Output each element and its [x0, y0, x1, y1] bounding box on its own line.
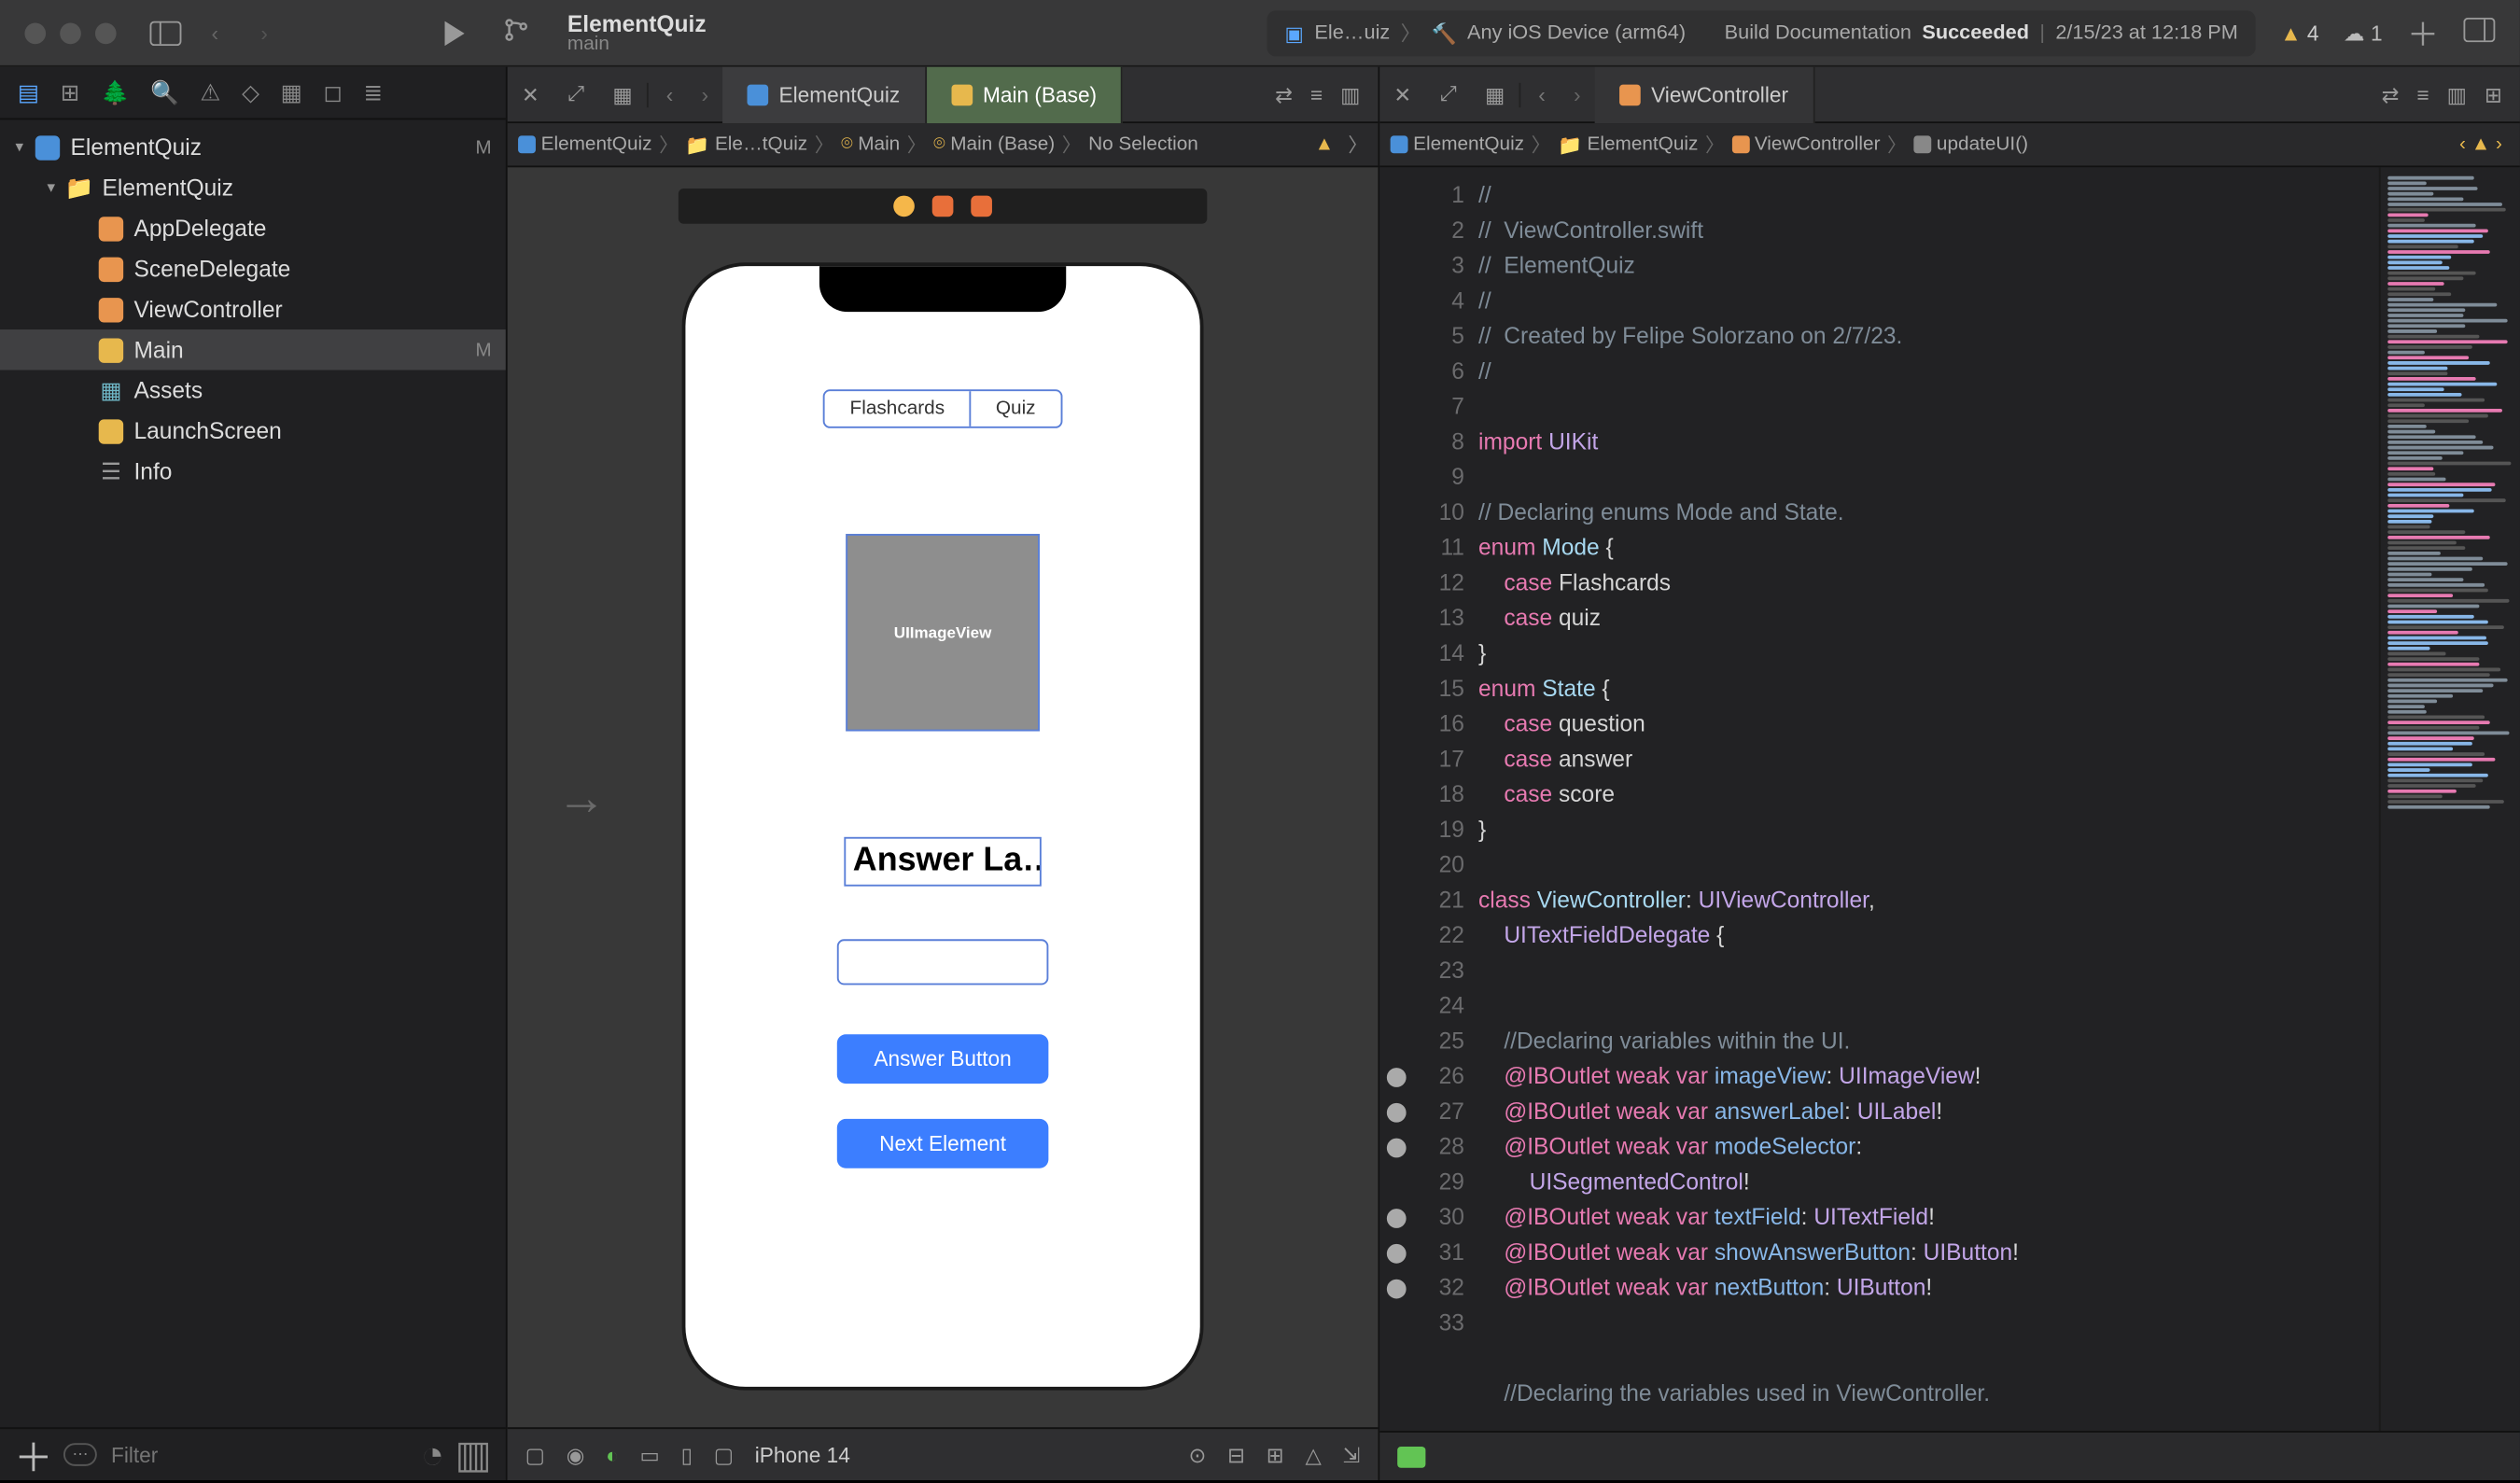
- file-row-viewcontroller[interactable]: ViewController: [0, 289, 506, 329]
- warnings-icon[interactable]: ▲ 4: [2280, 21, 2318, 45]
- left-jumpbar[interactable]: ElementQuiz〉 📁 Ele…tQuiz〉 ⌾ Main〉 ⌾ Main…: [508, 123, 1379, 167]
- filter-scope[interactable]: ⋯: [63, 1443, 97, 1466]
- split-icon[interactable]: ▥: [1340, 82, 1360, 106]
- find-nav-icon[interactable]: 🔍: [150, 78, 179, 106]
- pin-icon[interactable]: ⊞: [1267, 1442, 1284, 1466]
- tab-main[interactable]: Main (Base): [927, 66, 1124, 122]
- text-field[interactable]: [837, 938, 1049, 984]
- split-icon[interactable]: ▥: [2447, 82, 2467, 106]
- phone-mock[interactable]: Flashcards Quiz UIImageView Answer La… A…: [682, 261, 1204, 1389]
- library-button[interactable]: ＋: [2407, 9, 2439, 55]
- debug-indicator[interactable]: [1397, 1446, 1425, 1467]
- warning-icon[interactable]: ▲: [1315, 133, 1341, 155]
- related-icon[interactable]: ▦: [1471, 82, 1519, 106]
- adjust-editor-icon[interactable]: ⇄: [2382, 82, 2400, 106]
- recent-icon[interactable]: ◔: [421, 1432, 444, 1477]
- focus-icon[interactable]: ⤢: [1426, 81, 1471, 107]
- canvas[interactable]: → Flashcards Quiz UIImageView Answer La…: [508, 167, 1379, 1427]
- navigator-selector[interactable]: ▤ ⊞ 🌲 🔍 ⚠ ◇ ▦ ◻ ≣: [0, 67, 506, 120]
- embed-icon[interactable]: ⇲: [1343, 1442, 1361, 1466]
- minimap[interactable]: [2379, 167, 2520, 1431]
- issue-nav-icon[interactable]: ⚠: [200, 78, 220, 106]
- interface-builder-pane: ✕ ⤢ ▦ ‹ › ElementQuiz Main (Base): [508, 67, 1380, 1480]
- orientation-icon[interactable]: ▭: [639, 1442, 659, 1466]
- file-row-main[interactable]: MainM: [0, 329, 506, 370]
- breakpoint-nav-icon[interactable]: ◻: [324, 78, 343, 106]
- file-row-elementquiz[interactable]: ▾ElementQuizM: [0, 127, 506, 167]
- titlebar: ‹ › ElementQuiz main ▣ Ele…uiz 〉 🔨 Any i…: [0, 0, 2520, 67]
- back-icon[interactable]: ‹: [1519, 82, 1559, 106]
- add-button[interactable]: ＋: [14, 1426, 53, 1482]
- entry-point-arrow[interactable]: →: [557, 769, 607, 825]
- nav-fwd-icon[interactable]: ›: [240, 21, 289, 45]
- align-icon[interactable]: ⊟: [1227, 1442, 1245, 1466]
- adjust-editor-icon[interactable]: ⇄: [1275, 82, 1293, 106]
- a11y-icon[interactable]: ◉: [567, 1442, 585, 1466]
- test-nav-icon[interactable]: ◇: [242, 78, 259, 106]
- report-nav-icon[interactable]: ≣: [364, 78, 384, 106]
- related-icon[interactable]: ▦: [598, 82, 647, 106]
- run-button[interactable]: [430, 21, 480, 45]
- file-row-assets[interactable]: ▦Assets: [0, 370, 506, 410]
- sidebar-toggle-icon[interactable]: [141, 21, 190, 45]
- resolve-icon[interactable]: △: [1305, 1442, 1321, 1466]
- add-editor-icon[interactable]: ⊞: [2485, 82, 2502, 106]
- filter-input[interactable]: [107, 1440, 411, 1468]
- appearance-icon[interactable]: ◐: [606, 1442, 619, 1466]
- navigator: ▤ ⊞ 🌲 🔍 ⚠ ◇ ▦ ◻ ≣ ▾ElementQuizM▾📁Element…: [0, 67, 508, 1480]
- activity-status[interactable]: ▣ Ele…uiz 〉 🔨 Any iOS Device (arm64) Bui…: [1267, 9, 2256, 55]
- file-row-appdelegate[interactable]: AppDelegate: [0, 208, 506, 248]
- editor-layout-icon[interactable]: [2463, 18, 2495, 48]
- scene-dock[interactable]: [679, 189, 1207, 224]
- navigator-bottom: ＋ ⋯ ◔ ▥: [0, 1427, 506, 1480]
- close-tab-icon[interactable]: ✕: [508, 82, 553, 106]
- project-nav-icon[interactable]: ▤: [18, 78, 39, 106]
- debug-nav-icon[interactable]: ▦: [281, 78, 302, 106]
- debug-bar[interactable]: [1379, 1431, 2520, 1480]
- image-view[interactable]: UIImageView: [846, 533, 1040, 730]
- answer-button[interactable]: Answer Button: [837, 1033, 1049, 1083]
- close-tab-icon[interactable]: ✕: [1379, 82, 1425, 106]
- code-editor[interactable]: 1234567891011121314151617181920212223242…: [1379, 167, 2520, 1431]
- device-icon[interactable]: ▢: [714, 1442, 734, 1466]
- layout-icon[interactable]: ▯: [681, 1442, 693, 1466]
- doc-items-icon[interactable]: ≡: [2417, 82, 2429, 106]
- next-button[interactable]: Next Element: [837, 1118, 1049, 1168]
- doc-items-icon[interactable]: ≡: [1310, 82, 1323, 106]
- project-branch[interactable]: ElementQuiz main: [567, 11, 707, 53]
- outline-icon[interactable]: ▢: [525, 1442, 545, 1466]
- file-row-scenedelegate[interactable]: SceneDelegate: [0, 248, 506, 288]
- focus-icon[interactable]: ⤢: [553, 81, 598, 107]
- canvas-bottom-bar: ▢ ◉ ◐ ▭ ▯ ▢ iPhone 14 ⊙ ⊟ ⊞ △ ⇲: [508, 1427, 1379, 1480]
- scm-filter-icon[interactable]: ▥: [455, 1432, 491, 1477]
- segmented-control[interactable]: Flashcards Quiz: [823, 388, 1062, 427]
- back-icon[interactable]: ‹: [647, 82, 687, 106]
- device-label[interactable]: iPhone 14: [755, 1442, 850, 1466]
- file-row-elementquiz[interactable]: ▾📁ElementQuiz: [0, 167, 506, 207]
- zoom-icon[interactable]: ⊙: [1188, 1442, 1206, 1466]
- branch-name: main: [567, 35, 707, 54]
- file-tree[interactable]: ▾ElementQuizM▾📁ElementQuizAppDelegateSce…: [0, 119, 506, 1427]
- symbol-nav-icon[interactable]: 🌲: [101, 78, 130, 106]
- right-tabbar: ✕ ⤢ ▦ ‹ › ViewController ⇄ ≡ ▥ ⊞: [1379, 67, 2520, 123]
- branch-icon[interactable]: [504, 18, 528, 48]
- nav-back-icon[interactable]: ‹: [190, 21, 240, 45]
- source-control-nav-icon[interactable]: ⊞: [61, 78, 80, 106]
- fwd-icon[interactable]: ›: [1560, 82, 1595, 106]
- file-row-launchscreen[interactable]: LaunchScreen: [0, 411, 506, 451]
- answer-label[interactable]: Answer La…: [844, 836, 1041, 886]
- tab-elementquiz[interactable]: ElementQuiz: [722, 66, 926, 122]
- fwd-icon[interactable]: ›: [687, 82, 722, 106]
- window-controls[interactable]: [0, 22, 141, 44]
- tab-viewcontroller[interactable]: ViewController: [1595, 66, 1815, 122]
- file-row-info[interactable]: ☰Info: [0, 451, 506, 491]
- left-tabbar: ✕ ⤢ ▦ ‹ › ElementQuiz Main (Base): [508, 67, 1379, 123]
- cloud-icon[interactable]: ☁ 1: [2344, 21, 2383, 45]
- project-name: ElementQuiz: [567, 11, 707, 35]
- right-jumpbar[interactable]: ElementQuiz〉 📁 ElementQuiz〉 ViewControll…: [1379, 123, 2520, 167]
- code-editor-pane: ✕ ⤢ ▦ ‹ › ViewController ⇄ ≡ ▥ ⊞: [1379, 67, 2520, 1480]
